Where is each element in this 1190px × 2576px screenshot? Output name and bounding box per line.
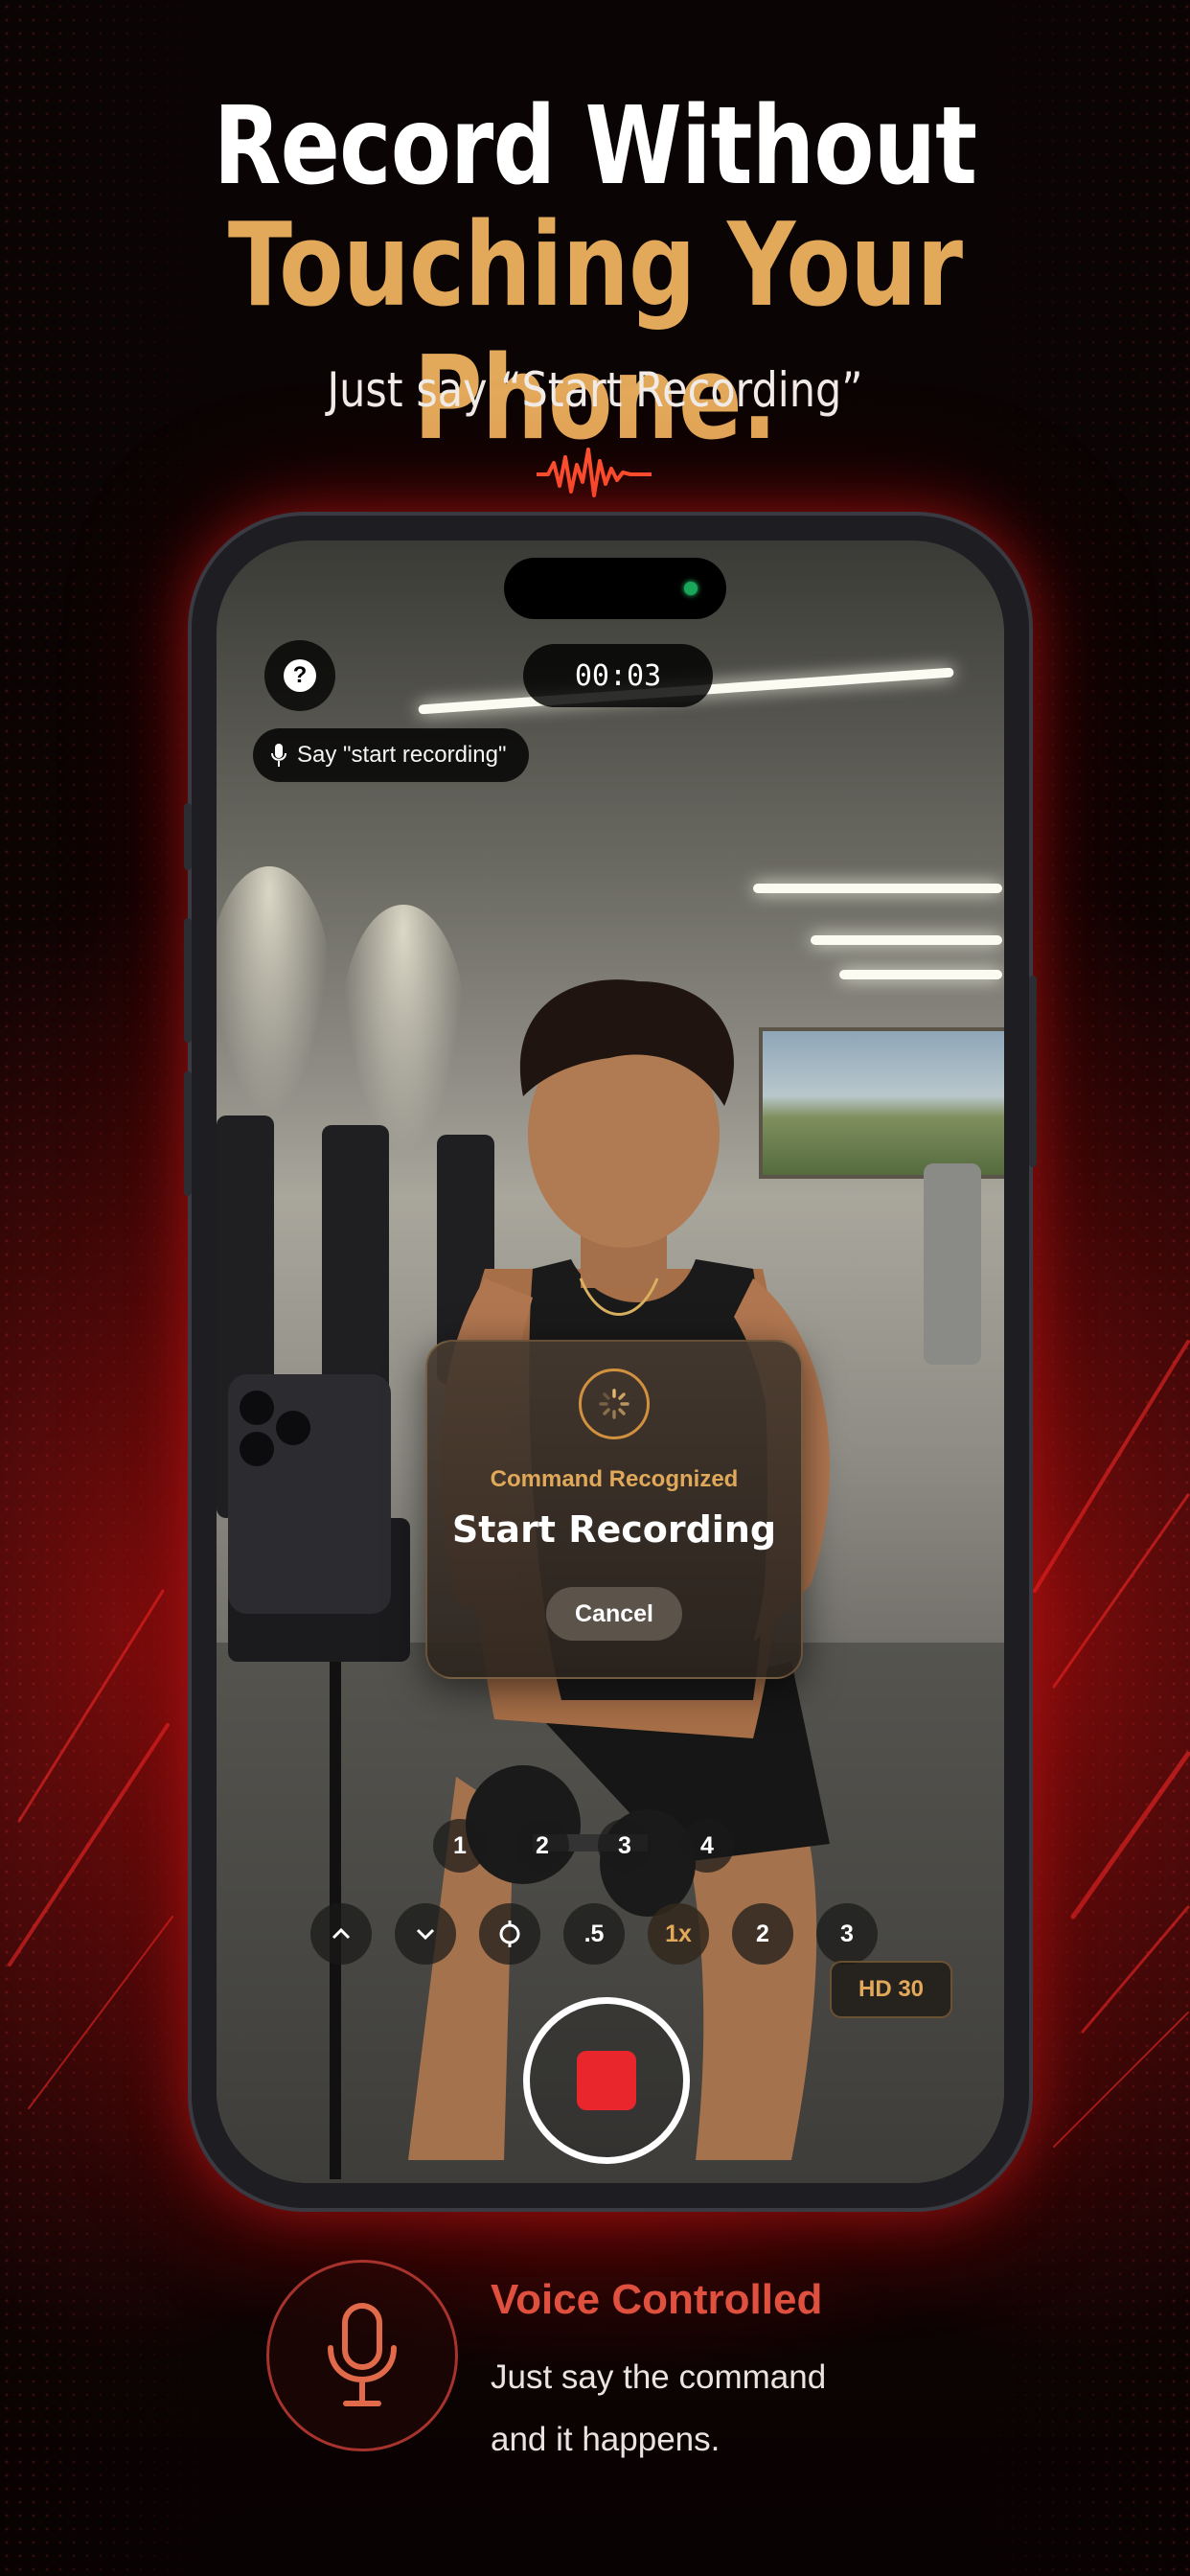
recording-timer: 00:03 — [523, 644, 713, 707]
option-button-2[interactable]: 2 — [515, 1819, 569, 1873]
zoom-0.5-button[interactable]: .5 — [563, 1903, 625, 1965]
phone-frame: 00:03 ? Say "start recording" Command Re… — [184, 516, 1037, 2208]
volume-down-button — [184, 1071, 192, 1196]
side-button — [184, 803, 192, 870]
focus-icon — [499, 1920, 520, 1947]
quality-badge[interactable]: HD 30 — [830, 1961, 952, 2018]
zoom-3-button[interactable]: 3 — [816, 1903, 878, 1965]
help-button[interactable]: ? — [264, 640, 335, 711]
feature-line-1: Just say the command — [491, 2358, 827, 2396]
voice-hint-text: Say "start recording" — [297, 742, 507, 768]
focus-button[interactable] — [479, 1903, 540, 1965]
option-button-1[interactable]: 1 — [433, 1819, 487, 1873]
camera-viewfinder[interactable]: 00:03 ? Say "start recording" Command Re… — [217, 540, 1004, 2183]
zoom-2-button[interactable]: 2 — [732, 1903, 793, 1965]
chevron-down-button[interactable] — [395, 1903, 456, 1965]
feature-line-2: and it happens. — [491, 2421, 721, 2458]
microphone-icon — [271, 744, 286, 767]
option-button-3[interactable]: 3 — [598, 1819, 652, 1873]
chevron-down-icon — [416, 1928, 435, 1941]
feature-title: Voice Controlled — [491, 2276, 823, 2323]
stop-icon — [577, 2051, 636, 2110]
spinner-icon — [599, 1389, 629, 1419]
headline-line1: Record Without — [213, 84, 977, 209]
headline-subtitle: Just say “Start Recording” — [327, 362, 863, 418]
camera-indicator-dot — [684, 582, 698, 595]
voice-control-badge — [266, 2260, 458, 2451]
microphone-icon — [328, 2303, 397, 2406]
cancel-button[interactable]: Cancel — [546, 1587, 682, 1641]
chevron-up-icon — [332, 1927, 351, 1940]
voice-waveform-icon — [287, 448, 901, 497]
dynamic-island — [504, 558, 726, 619]
record-button[interactable] — [523, 1997, 690, 2164]
help-icon: ? — [284, 659, 316, 692]
voice-hint-pill: Say "start recording" — [253, 728, 530, 782]
command-recognized-dialog: Command Recognized Start Recording Cance… — [425, 1340, 803, 1679]
option-button-4[interactable]: 4 — [680, 1819, 734, 1873]
command-title: Start Recording — [451, 1508, 777, 1551]
power-button — [1029, 976, 1037, 1167]
command-caption: Command Recognized — [490, 1466, 739, 1492]
volume-up-button — [184, 918, 192, 1043]
zoom-1x-button[interactable]: 1x — [648, 1903, 709, 1965]
processing-spinner-icon — [579, 1368, 650, 1439]
chevron-up-button[interactable] — [310, 1903, 372, 1965]
headline-line2: Touching Your Phone. — [227, 199, 963, 466]
feature-description: Just say the command and it happens. — [491, 2346, 826, 2471]
